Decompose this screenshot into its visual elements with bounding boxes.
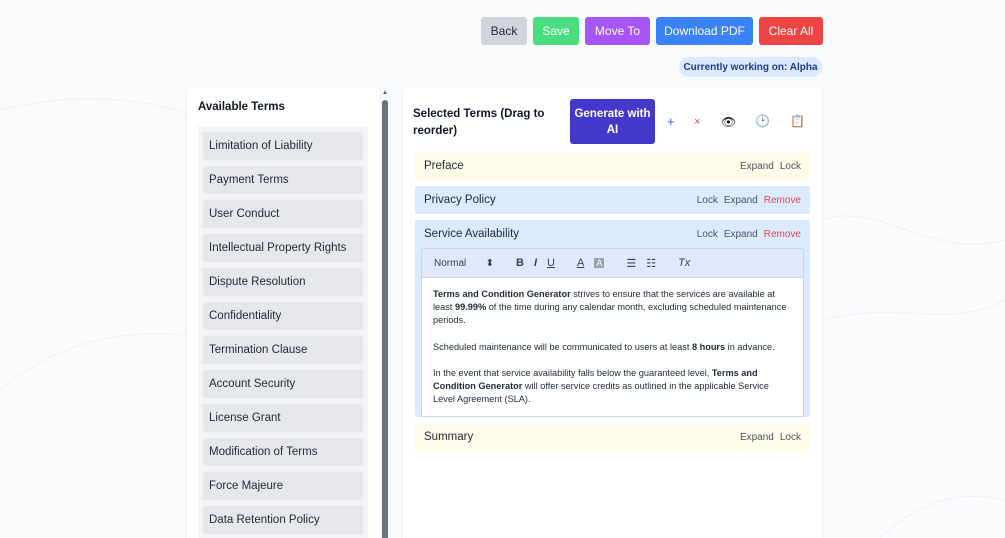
history-icon[interactable]: 🕑 (755, 114, 770, 128)
term-item[interactable]: Force Majeure (203, 472, 363, 500)
close-icon[interactable]: × (694, 116, 700, 128)
download-pdf-button[interactable]: Download PDF (656, 17, 753, 45)
selected-sections: Preface Expand Lock Privacy Policy Lock … (415, 152, 810, 457)
paragraph: Terms and Condition Generator strives to… (433, 289, 787, 326)
paragraph: In the event that service availability f… (433, 367, 769, 405)
section-actions: Lock Expand Remove (697, 195, 801, 206)
bullet-list-icon[interactable]: ☷ (646, 257, 656, 270)
term-item[interactable]: License Grant (203, 404, 363, 432)
section-title: Summary (424, 431, 474, 444)
clear-format-button[interactable]: Tx (678, 257, 690, 269)
term-item[interactable]: Intellectual Property Rights (203, 234, 363, 262)
section-title: Privacy Policy (424, 194, 496, 206)
section-header: Summary Expand Lock (415, 423, 810, 451)
selected-terms-panel: Selected Terms (Drag to reorder) Generat… (403, 88, 822, 538)
format-select[interactable]: Normal ⬍ (434, 258, 494, 269)
working-on-badge: Currently working on: Alpha (679, 57, 822, 77)
term-item[interactable]: Modification of Terms (203, 438, 363, 466)
back-button[interactable]: Back (481, 17, 527, 45)
section-actions: Expand Lock (740, 161, 801, 172)
bold-button[interactable]: B (516, 257, 524, 269)
expand-button[interactable]: Expand (724, 229, 758, 240)
save-button[interactable]: Save (533, 17, 579, 45)
eye-icon[interactable]: 👁 (721, 115, 736, 129)
term-item[interactable]: Termination Clause (203, 336, 363, 364)
lock-button[interactable]: Lock (697, 229, 718, 240)
term-item[interactable]: Data Retention Policy (203, 506, 363, 534)
rich-text-editor[interactable]: Normal ⬍ B I U A A ☰ ☷ Tx Terms and Cond… (421, 248, 804, 418)
clipboard-icon[interactable]: 📋 (790, 114, 805, 128)
section-title: Preface (424, 160, 464, 172)
italic-button[interactable]: I (534, 257, 537, 269)
expand-button[interactable]: Expand (740, 432, 774, 443)
updown-icon: ⬍ (485, 257, 494, 269)
term-item[interactable]: Dispute Resolution (203, 268, 363, 296)
section-header: Privacy Policy Lock Expand Remove (415, 186, 810, 214)
section-actions: Expand Lock (740, 432, 801, 443)
available-terms-list: Limitation of Liability Payment Terms Us… (198, 126, 368, 538)
selected-terms-title: Selected Terms (Drag to reorder) (413, 108, 545, 137)
term-item[interactable]: Payment Terms (203, 166, 363, 194)
scroll-up-arrow-icon[interactable]: ▲ (381, 90, 389, 96)
scrollbar[interactable]: ▲ (381, 88, 389, 538)
term-item[interactable]: Account Security (203, 370, 363, 398)
scrollbar-thumb[interactable] (382, 100, 388, 538)
paragraph: Scheduled maintenance will be communicat… (433, 341, 775, 352)
lock-button[interactable]: Lock (780, 432, 801, 443)
text-color-button[interactable]: A (577, 257, 584, 269)
format-value: Normal (434, 257, 467, 269)
expand-button[interactable]: Expand (740, 161, 774, 172)
expand-button[interactable]: Expand (724, 195, 758, 206)
section-privacy-policy[interactable]: Privacy Policy Lock Expand Remove (415, 186, 810, 214)
section-header: Preface Expand Lock (415, 152, 810, 180)
section-summary[interactable]: Summary Expand Lock (415, 423, 810, 452)
lock-button[interactable]: Lock (697, 195, 718, 206)
remove-button[interactable]: Remove (764, 229, 801, 240)
add-icon[interactable]: + (667, 114, 675, 129)
generate-ai-button[interactable]: Generate with AI (570, 99, 655, 144)
clear-all-button[interactable]: Clear All (759, 17, 823, 45)
move-to-button[interactable]: Move To (585, 17, 650, 45)
section-service-availability[interactable]: Service Availability Lock Expand Remove … (415, 220, 810, 418)
lock-button[interactable]: Lock (780, 161, 801, 172)
background-color-button[interactable]: A (594, 258, 605, 268)
remove-button[interactable]: Remove (764, 195, 801, 206)
section-preface[interactable]: Preface Expand Lock (415, 152, 810, 180)
editor-content[interactable]: Terms and Condition Generator strives to… (422, 278, 803, 416)
underline-button[interactable]: U (547, 257, 555, 269)
term-item[interactable]: User Conduct (203, 200, 363, 228)
section-actions: Lock Expand Remove (697, 229, 801, 240)
ordered-list-icon[interactable]: ☰ (626, 257, 636, 270)
term-item[interactable]: Limitation of Liability (203, 132, 363, 160)
action-toolbar: Back Save Move To Download PDF Clear All (481, 17, 823, 45)
section-title: Service Availability (424, 228, 520, 240)
section-header: Service Availability Lock Expand Remove (415, 220, 810, 248)
term-item[interactable]: Confidentiality (203, 302, 363, 330)
available-terms-panel: Available Terms Limitation of Liability … (187, 88, 380, 538)
available-terms-title: Available Terms (198, 101, 285, 113)
editor-toolbar: Normal ⬍ B I U A A ☰ ☷ Tx (422, 249, 803, 278)
